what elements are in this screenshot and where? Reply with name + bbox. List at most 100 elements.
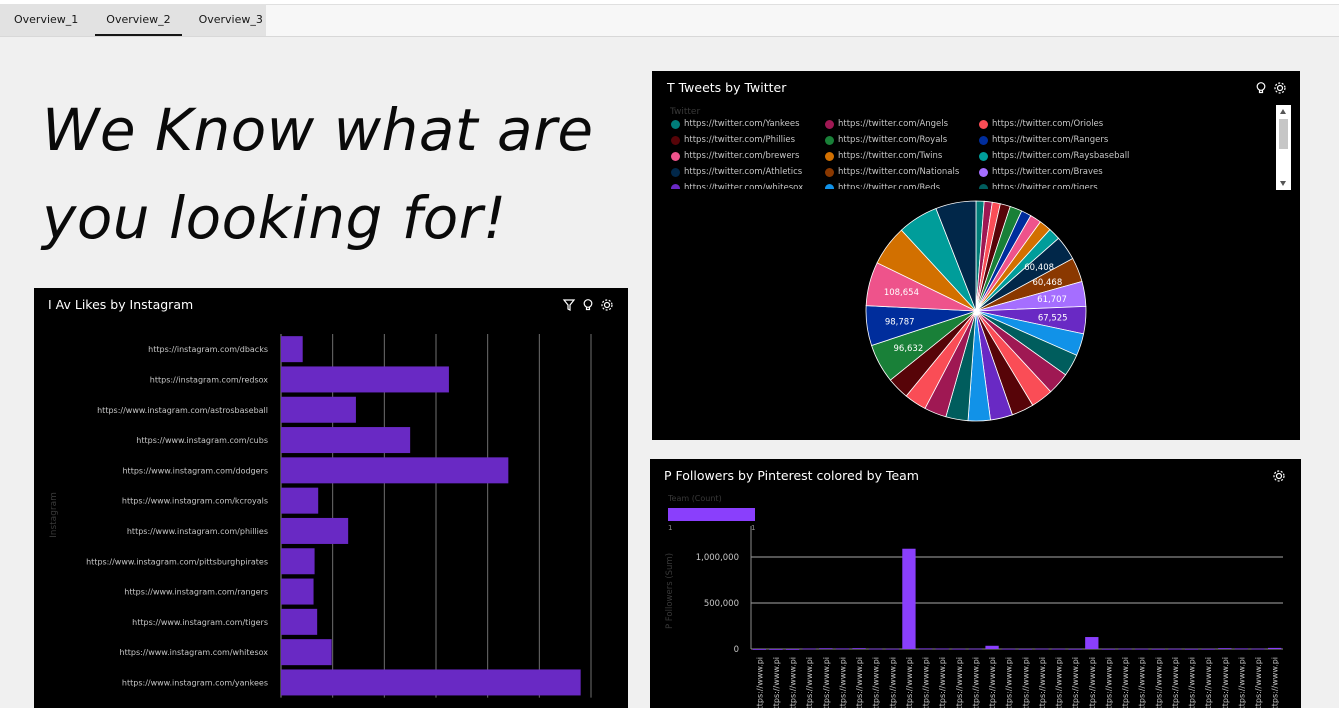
bar[interactable] [281, 457, 509, 484]
x-tick-label: https://www.pi [1021, 657, 1030, 708]
headline-line-1: We Know what are [42, 96, 594, 164]
bar[interactable] [1251, 648, 1265, 650]
headline: We Know what are you looking for! [42, 86, 622, 262]
bar[interactable] [1118, 648, 1132, 650]
tab-overview-2[interactable]: Overview_2 [95, 4, 182, 36]
x-tick-label: https://www.pi [822, 657, 831, 708]
x-tick-label: https://www.pi [1204, 657, 1213, 708]
slice-label: 60,468 [1033, 278, 1063, 288]
bar[interactable] [985, 645, 999, 649]
bar[interactable] [1002, 648, 1016, 650]
bar[interactable] [785, 649, 800, 650]
bar[interactable] [1018, 648, 1032, 650]
tab-overview-3[interactable]: Overview_3 [185, 4, 277, 36]
bar[interactable] [1234, 648, 1249, 650]
bar[interactable] [1051, 648, 1066, 650]
x-tick-label: https://www.pi [1071, 657, 1080, 708]
instagram-likes-panel: I Av Likes by Instagram https://instagra… [34, 288, 628, 708]
bar[interactable] [1135, 648, 1149, 650]
bar[interactable] [852, 648, 866, 649]
bar[interactable] [281, 487, 319, 514]
x-tick-label: https://www.pi [955, 657, 964, 708]
headline-line-2: you looking for! [42, 184, 507, 252]
bar[interactable] [281, 517, 349, 544]
instagram-bar-chart: https://instagram.com/dbacks https://inst… [49, 334, 592, 698]
x-tick-label: https://www.pi [1188, 657, 1197, 708]
bar[interactable] [935, 648, 949, 650]
x-tick-label: https://www.pi [1138, 657, 1147, 708]
y-tick-label: https://www.instagram.com/rangers [124, 588, 268, 597]
y-tick-label: https://www.instagram.com/cubs [136, 436, 268, 445]
pinterest-bar-chart: 1,000,000 500,000 0 https://www.pi https://w… [665, 526, 1283, 708]
bar[interactable] [281, 639, 332, 666]
bar[interactable] [835, 648, 850, 650]
bar[interactable] [1168, 648, 1182, 650]
x-tick-label: https://www.pi [1005, 657, 1014, 708]
x-tick-label: https://www.pi [1104, 657, 1113, 708]
slice-label: 108,654 [884, 288, 919, 298]
bar[interactable] [281, 669, 581, 696]
x-tick-label: https://www.pi [1055, 657, 1064, 708]
x-tick-label: https://www.pi [1221, 657, 1230, 708]
slice-label: 61,707 [1037, 295, 1067, 305]
bar[interactable] [281, 427, 411, 454]
bar[interactable] [1218, 648, 1232, 649]
x-tick-label: https://www.pi [1038, 657, 1047, 708]
slice-label: 96,632 [894, 344, 924, 354]
x-tick-label: https://www.pi [838, 657, 847, 708]
bar[interactable] [769, 649, 783, 650]
y-tick-label: https://instagram.com/redsox [150, 375, 268, 384]
y-tick-label: 1,000,000 [696, 553, 739, 563]
tab-strip: Overview_1 Overview_2 Overview_3 [0, 4, 266, 36]
bar[interactable] [1101, 648, 1116, 650]
x-tick-label: https://www.pi [789, 657, 798, 708]
bar[interactable] [1268, 647, 1282, 649]
x-tick-label: https://www.pi [1088, 657, 1097, 708]
x-tick-label: https://www.pi [1171, 657, 1180, 708]
bar[interactable] [1035, 648, 1049, 650]
bar[interactable] [281, 396, 356, 423]
x-tick-label: https://www.pi [1121, 657, 1130, 708]
bar[interactable] [952, 648, 966, 650]
x-tick-label: https://www.pi [772, 657, 781, 708]
bar[interactable] [1085, 637, 1099, 649]
bar[interactable] [1068, 648, 1082, 650]
x-tick-label: https://www.pi [988, 657, 997, 708]
y-tick-label: https://www.instagram.com/astrosbaseball [97, 406, 268, 415]
y-tick-label: https://www.instagram.com/tigers [132, 618, 268, 627]
bar[interactable] [281, 366, 449, 393]
bar[interactable] [1184, 648, 1199, 650]
pinterest-followers-panel: P Followers by Pinterest colored by Team… [650, 459, 1301, 708]
bar[interactable] [752, 649, 766, 650]
x-tick-label: https://www.pi [1254, 657, 1263, 708]
x-tick-label: https://www.pi [938, 657, 947, 708]
x-tick-label: https://www.pi [1237, 657, 1246, 708]
slice-label: 98,787 [885, 317, 915, 327]
y-tick-label: 500,000 [704, 599, 739, 609]
bar[interactable] [281, 608, 318, 635]
bar[interactable] [1151, 648, 1165, 650]
x-tick-label: https://www.pi [971, 657, 980, 708]
x-tick-label: https://www.pi [1271, 657, 1280, 708]
y-tick-label: https://www.instagram.com/phillies [127, 527, 268, 536]
bar[interactable] [968, 648, 983, 650]
y-axis-title: Instagram [49, 492, 59, 538]
bar[interactable] [281, 578, 314, 605]
x-tick-label: https://www.pi [888, 657, 897, 708]
x-tick-label: https://www.pi [922, 657, 931, 708]
bar[interactable] [902, 548, 916, 649]
y-tick-label: https://www.instagram.com/kcroyals [122, 497, 268, 506]
bar[interactable] [802, 648, 816, 650]
bar[interactable] [281, 336, 303, 363]
bar[interactable] [281, 548, 315, 575]
y-tick-label: https://www.instagram.com/pittsburghpira… [86, 557, 268, 566]
bar[interactable] [885, 648, 899, 650]
slice-label: 67,525 [1038, 313, 1068, 323]
y-tick-label: https://www.instagram.com/dodgers [122, 466, 268, 475]
tab-overview-1[interactable]: Overview_1 [0, 4, 92, 36]
bar[interactable] [918, 648, 933, 650]
bar[interactable] [869, 648, 883, 650]
bar[interactable] [819, 648, 833, 650]
x-tick-label: https://www.pi [1154, 657, 1163, 708]
bar[interactable] [1201, 648, 1215, 650]
